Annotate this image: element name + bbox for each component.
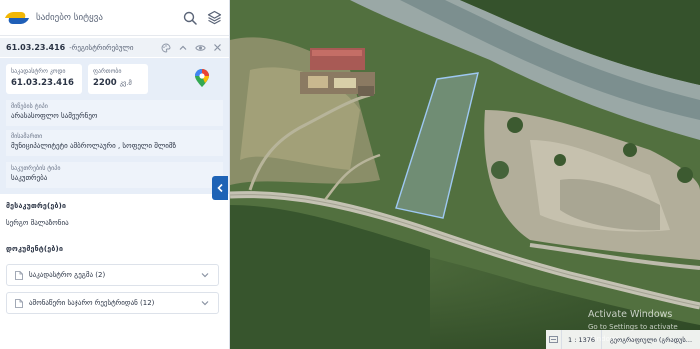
layers-icon[interactable]	[205, 9, 223, 27]
address-value: მუნიციპალიტეტი ამბროლაური , სოფელი შლიმზ	[11, 142, 177, 150]
land-type-label: მიწების ტიპი	[11, 103, 48, 110]
document-icon	[15, 298, 23, 308]
map-scale[interactable]: 1 : 1376	[562, 330, 602, 349]
land-type-value: არასასოფლო სამეურნეო	[11, 112, 98, 120]
document-label: ამონაწერი საჯარო რეესტრიდან (12)	[29, 299, 155, 307]
owners-title: მესაკუთრე(ებ)ი	[6, 202, 67, 210]
owner-name: სერგო მალაზონია	[6, 219, 69, 227]
coordinate-system-selector[interactable]: გეოგრაფიული (გრადუს...	[602, 336, 692, 344]
chevron-down-icon	[201, 301, 209, 306]
cadastral-code-card: საკადასტრო კოდი 61.03.23.416	[6, 64, 82, 94]
area-value: 2200	[93, 78, 117, 88]
parcel-code: 61.03.23.416	[6, 43, 66, 52]
ownership-type-label: საკუთრების ტიპი	[11, 165, 61, 172]
satellite-map[interactable]	[230, 0, 700, 349]
search-icon[interactable]	[181, 9, 199, 27]
parcel-header: 61.03.23.416 -რეგისტრირებული	[0, 38, 229, 57]
search-bar: საძიებო სიტყვა	[0, 0, 229, 36]
eye-icon[interactable]	[194, 42, 206, 54]
app-logo	[4, 11, 30, 25]
document-icon	[15, 270, 23, 280]
address-row: მისამართი მუნიციპალიტეტი ამბროლაური , სო…	[6, 130, 223, 156]
cadastral-code-label: საკადასტრო კოდი	[11, 68, 66, 75]
area-card: ფართობი 2200 კვ.მ	[88, 64, 148, 94]
parcel-status: -რეგისტრირებული	[69, 43, 134, 52]
document-item-cadastral-plan[interactable]: საკადასტრო გეგმა (2)	[6, 264, 219, 286]
google-maps-icon	[195, 69, 209, 87]
google-maps-button[interactable]	[190, 66, 214, 90]
ownership-type-value: საკუთრება	[11, 174, 48, 182]
document-label: საკადასტრო გეგმა (2)	[29, 271, 106, 279]
parcel-details-block: საკადასტრო კოდი 61.03.23.416 ფართობი 220…	[0, 58, 229, 194]
cadastral-code-value: 61.03.23.416	[11, 78, 74, 88]
close-icon[interactable]	[211, 42, 223, 54]
ownership-type-row: საკუთრების ტიპი საკუთრება	[6, 162, 223, 188]
area-label: ფართობი	[93, 68, 122, 75]
area-unit: კვ.მ	[119, 79, 132, 87]
map-settings-icon[interactable]	[546, 330, 562, 349]
land-type-row: მიწების ტიპი არასასოფლო სამეურნეო	[6, 100, 223, 126]
collapse-panel-button[interactable]	[212, 176, 228, 200]
address-label: მისამართი	[11, 133, 43, 140]
search-input[interactable]: საძიებო სიტყვა	[36, 13, 175, 23]
map-status-bar: 1 : 1376 გეოგრაფიული (გრადუს...	[546, 330, 700, 349]
palette-icon[interactable]	[160, 42, 172, 54]
chevron-down-icon	[201, 273, 209, 278]
parcel-info-panel: საძიებო სიტყვა 61.03.23.416 -რეგისტრირებ…	[0, 0, 230, 349]
chevron-left-icon	[217, 183, 223, 193]
documents-title: დოკუმენტ(ებ)ი	[6, 245, 64, 253]
document-item-registry-extract[interactable]: ამონაწერი საჯარო რეესტრიდან (12)	[6, 292, 219, 314]
map-canvas[interactable]	[230, 0, 700, 349]
chevron-up-icon[interactable]	[177, 42, 189, 54]
watermark-title: Activate Windows	[588, 309, 673, 320]
